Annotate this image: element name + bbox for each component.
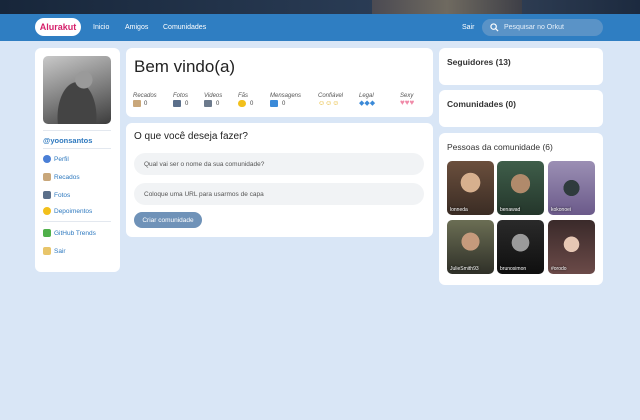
stat-value-fotos: 0 — [185, 101, 189, 107]
followers-box: Seguidores (13) — [439, 48, 603, 85]
menu-item-github-trends[interactable]: GitHub Trends — [43, 229, 96, 239]
profile-username[interactable]: @yoonsantos — [43, 136, 92, 145]
menu-item-label: Depoimentos — [54, 208, 93, 215]
menu-item-depoimentos[interactable]: Depoimentos — [43, 207, 92, 217]
communities-box: Comunidades (0) — [439, 90, 603, 127]
person-name: JulieSmith93 — [450, 266, 479, 272]
logout-icon — [43, 247, 51, 256]
header-bg-band-2 — [372, 0, 522, 14]
profile-sidebar: @yoonsantos Perfil Recados Fotos Depoime… — [35, 48, 120, 272]
person-name: #orodo — [551, 266, 567, 272]
followers-title[interactable]: Seguidores (13) — [447, 57, 511, 67]
stat-label-fotos: Fotos — [173, 93, 189, 99]
video-icon — [204, 100, 212, 107]
envelope-icon — [270, 100, 278, 107]
person-card[interactable]: #orodo — [548, 220, 595, 274]
menu-item-perfil[interactable]: Perfil — [43, 155, 69, 165]
menu-item-label: GitHub Trends — [54, 230, 96, 237]
camera-icon — [43, 191, 51, 200]
cover-url-input[interactable] — [134, 183, 424, 205]
stat-value-mensagens: 0 — [282, 101, 286, 107]
camera-icon — [173, 100, 181, 107]
book-icon — [133, 100, 141, 107]
stat-label-confiavel: Confiável — [318, 93, 344, 99]
profile-divider-top — [43, 130, 111, 131]
search-input[interactable] — [504, 21, 599, 34]
ice-cube-rating-icons: ◆◆◆ — [359, 100, 376, 107]
menu-item-sair[interactable]: Sair — [43, 247, 66, 257]
welcome-title: Bem vindo(a) — [134, 57, 236, 76]
profile-divider-bottom — [43, 221, 111, 222]
stat-value-fas: 0 — [250, 101, 254, 107]
nav-link-inicio[interactable]: Inicio — [93, 23, 109, 32]
stat-label-videos: Videos — [204, 93, 223, 99]
person-name: lonneda — [450, 207, 468, 213]
nav-link-comunidades[interactable]: Comunidades — [163, 23, 206, 32]
community-people-title: Pessoas da comunidade (6) — [447, 142, 553, 152]
menu-item-recados[interactable]: Recados — [43, 173, 80, 183]
welcome-card: Bem vindo(a) — [126, 48, 433, 117]
person-card[interactable]: brunosimon — [497, 220, 544, 274]
stat-label-legal: Legal — [359, 93, 374, 99]
user-icon — [43, 155, 51, 164]
menu-item-label: Perfil — [54, 156, 69, 163]
person-name: kokonoei — [551, 207, 572, 213]
create-community-card: O que você deseja fazer? Criar comunidad… — [126, 123, 433, 237]
create-community-button[interactable]: Criar comunidade — [134, 212, 202, 228]
menu-item-fotos[interactable]: Fotos — [43, 191, 70, 201]
search-box[interactable] — [482, 19, 603, 36]
header-background-strip — [0, 0, 640, 14]
person-card[interactable]: kokonoei — [548, 161, 595, 215]
header-bg-band-3 — [522, 0, 640, 14]
plus-icon — [43, 229, 51, 238]
person-name: benawad — [500, 207, 521, 213]
smiley-rating-icons: ☺☺☺ — [318, 100, 340, 107]
stat-value-recados: 0 — [144, 101, 148, 107]
action-title: O que você deseja fazer? — [134, 131, 248, 142]
stat-label-recados: Recados — [133, 93, 157, 99]
community-name-input[interactable] — [134, 153, 424, 175]
header-bg-band-1 — [0, 0, 380, 14]
menu-item-label: Fotos — [54, 192, 71, 199]
menu-item-label: Recados — [54, 174, 80, 181]
profile-avatar[interactable] — [43, 56, 111, 124]
stat-label-fas: Fãs — [238, 93, 249, 99]
book-icon — [43, 173, 51, 182]
smiley-icon — [43, 207, 51, 216]
alurakut-logo[interactable]: Alurakut — [35, 18, 81, 36]
star-icon — [238, 100, 246, 107]
person-card[interactable]: lonneda — [447, 161, 494, 215]
heart-rating-icons: ♥♥♥ — [400, 98, 415, 107]
person-name: brunosimon — [500, 266, 527, 272]
search-icon — [490, 23, 499, 32]
communities-title[interactable]: Comunidades (0) — [447, 99, 516, 109]
stat-value-videos: 0 — [216, 101, 220, 107]
person-card[interactable]: JulieSmith93 — [447, 220, 494, 274]
profile-divider-middle — [43, 148, 111, 149]
menu-item-label: Sair — [54, 248, 66, 255]
logout-link[interactable]: Sair — [462, 23, 474, 32]
stat-label-mensagens: Mensagens — [270, 93, 302, 99]
nav-link-amigos[interactable]: Amigos — [125, 23, 148, 32]
person-card[interactable]: benawad — [497, 161, 544, 215]
